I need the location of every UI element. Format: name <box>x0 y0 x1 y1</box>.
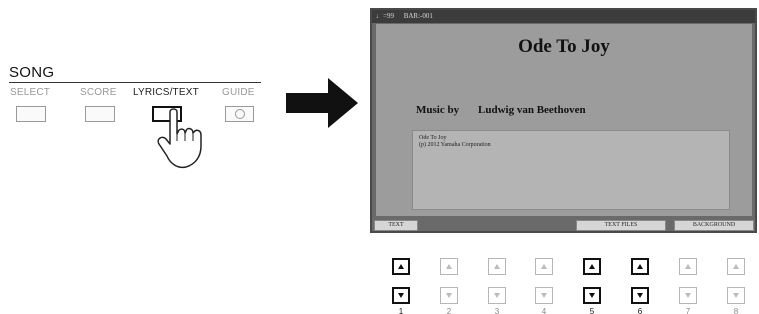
button-6-down[interactable] <box>631 287 649 304</box>
lcd-display: ♩=99 BAR:-001 Ode To Joy Music by Ludwig… <box>370 8 757 233</box>
down-arrow-icon <box>541 293 547 298</box>
tab-text-files[interactable]: TEXT FILES <box>576 220 666 231</box>
guide-label: GUIDE <box>222 87 255 98</box>
button-number-1: 1 <box>398 307 404 314</box>
pointing-hand-icon <box>157 108 202 169</box>
up-arrow-icon <box>589 264 595 269</box>
down-arrow-icon <box>637 293 643 298</box>
button-4-down[interactable] <box>535 287 553 304</box>
button-3-down[interactable] <box>488 287 506 304</box>
down-arrow-icon <box>398 293 404 298</box>
up-arrow-icon <box>541 264 547 269</box>
button-number-2: 2 <box>446 307 452 314</box>
button-4-up[interactable] <box>535 258 553 275</box>
button-1-down[interactable] <box>392 287 410 304</box>
down-arrow-icon <box>685 293 691 298</box>
up-arrow-icon <box>494 264 500 269</box>
score-label: SCORE <box>80 87 117 98</box>
button-8-up[interactable] <box>727 258 745 275</box>
button-8-down[interactable] <box>727 287 745 304</box>
down-arrow-icon <box>589 293 595 298</box>
up-arrow-icon <box>446 264 452 269</box>
button-number-4: 4 <box>541 307 547 314</box>
song-title: Ode To Joy <box>518 36 610 57</box>
button-3-up[interactable] <box>488 258 506 275</box>
section-divider <box>9 82 261 83</box>
button-2-up[interactable] <box>440 258 458 275</box>
tab-background[interactable]: BACKGROUND <box>674 220 754 231</box>
button-number-6: 6 <box>637 307 643 314</box>
button-number-3: 3 <box>494 307 500 314</box>
tempo-readout: ♩=99 <box>376 12 394 20</box>
button-5-up[interactable] <box>583 258 601 275</box>
text-line: (p) 2012 Yamaha Corporation <box>419 142 491 148</box>
button-1-up[interactable] <box>392 258 410 275</box>
button-6-up[interactable] <box>631 258 649 275</box>
tab-text[interactable]: TEXT <box>374 220 418 231</box>
song-section-title: SONG <box>9 64 55 81</box>
up-arrow-icon <box>637 264 643 269</box>
score-button[interactable] <box>85 106 115 122</box>
lyrics-text-screen: Ode To Joy Music by Ludwig van Beethoven… <box>376 24 752 216</box>
composer-name: Ludwig van Beethoven <box>478 104 586 116</box>
select-label: SELECT <box>10 87 51 98</box>
status-bar: ♩=99 BAR:-001 <box>372 10 755 23</box>
right-arrow-icon <box>286 78 358 128</box>
lyrics-text-label: LYRICS/TEXT <box>133 87 199 98</box>
up-arrow-icon <box>733 264 739 269</box>
button-number-5: 5 <box>589 307 595 314</box>
button-7-down[interactable] <box>679 287 697 304</box>
button-2-down[interactable] <box>440 287 458 304</box>
button-7-up[interactable] <box>679 258 697 275</box>
button-number-8: 8 <box>733 307 739 314</box>
up-arrow-icon <box>685 264 691 269</box>
guide-button[interactable] <box>225 106 254 122</box>
down-arrow-icon <box>733 293 739 298</box>
down-arrow-icon <box>446 293 452 298</box>
down-arrow-icon <box>494 293 500 298</box>
music-by-label: Music by <box>416 104 460 116</box>
button-number-7: 7 <box>685 307 691 314</box>
bar-readout: BAR:-001 <box>403 12 433 20</box>
guide-led-icon <box>234 109 245 119</box>
button-5-down[interactable] <box>583 287 601 304</box>
text-line: Ode To Joy <box>419 135 447 141</box>
text-box: Ode To Joy (p) 2012 Yamaha Corporation <box>412 130 730 210</box>
up-arrow-icon <box>398 264 404 269</box>
select-button[interactable] <box>16 106 46 122</box>
